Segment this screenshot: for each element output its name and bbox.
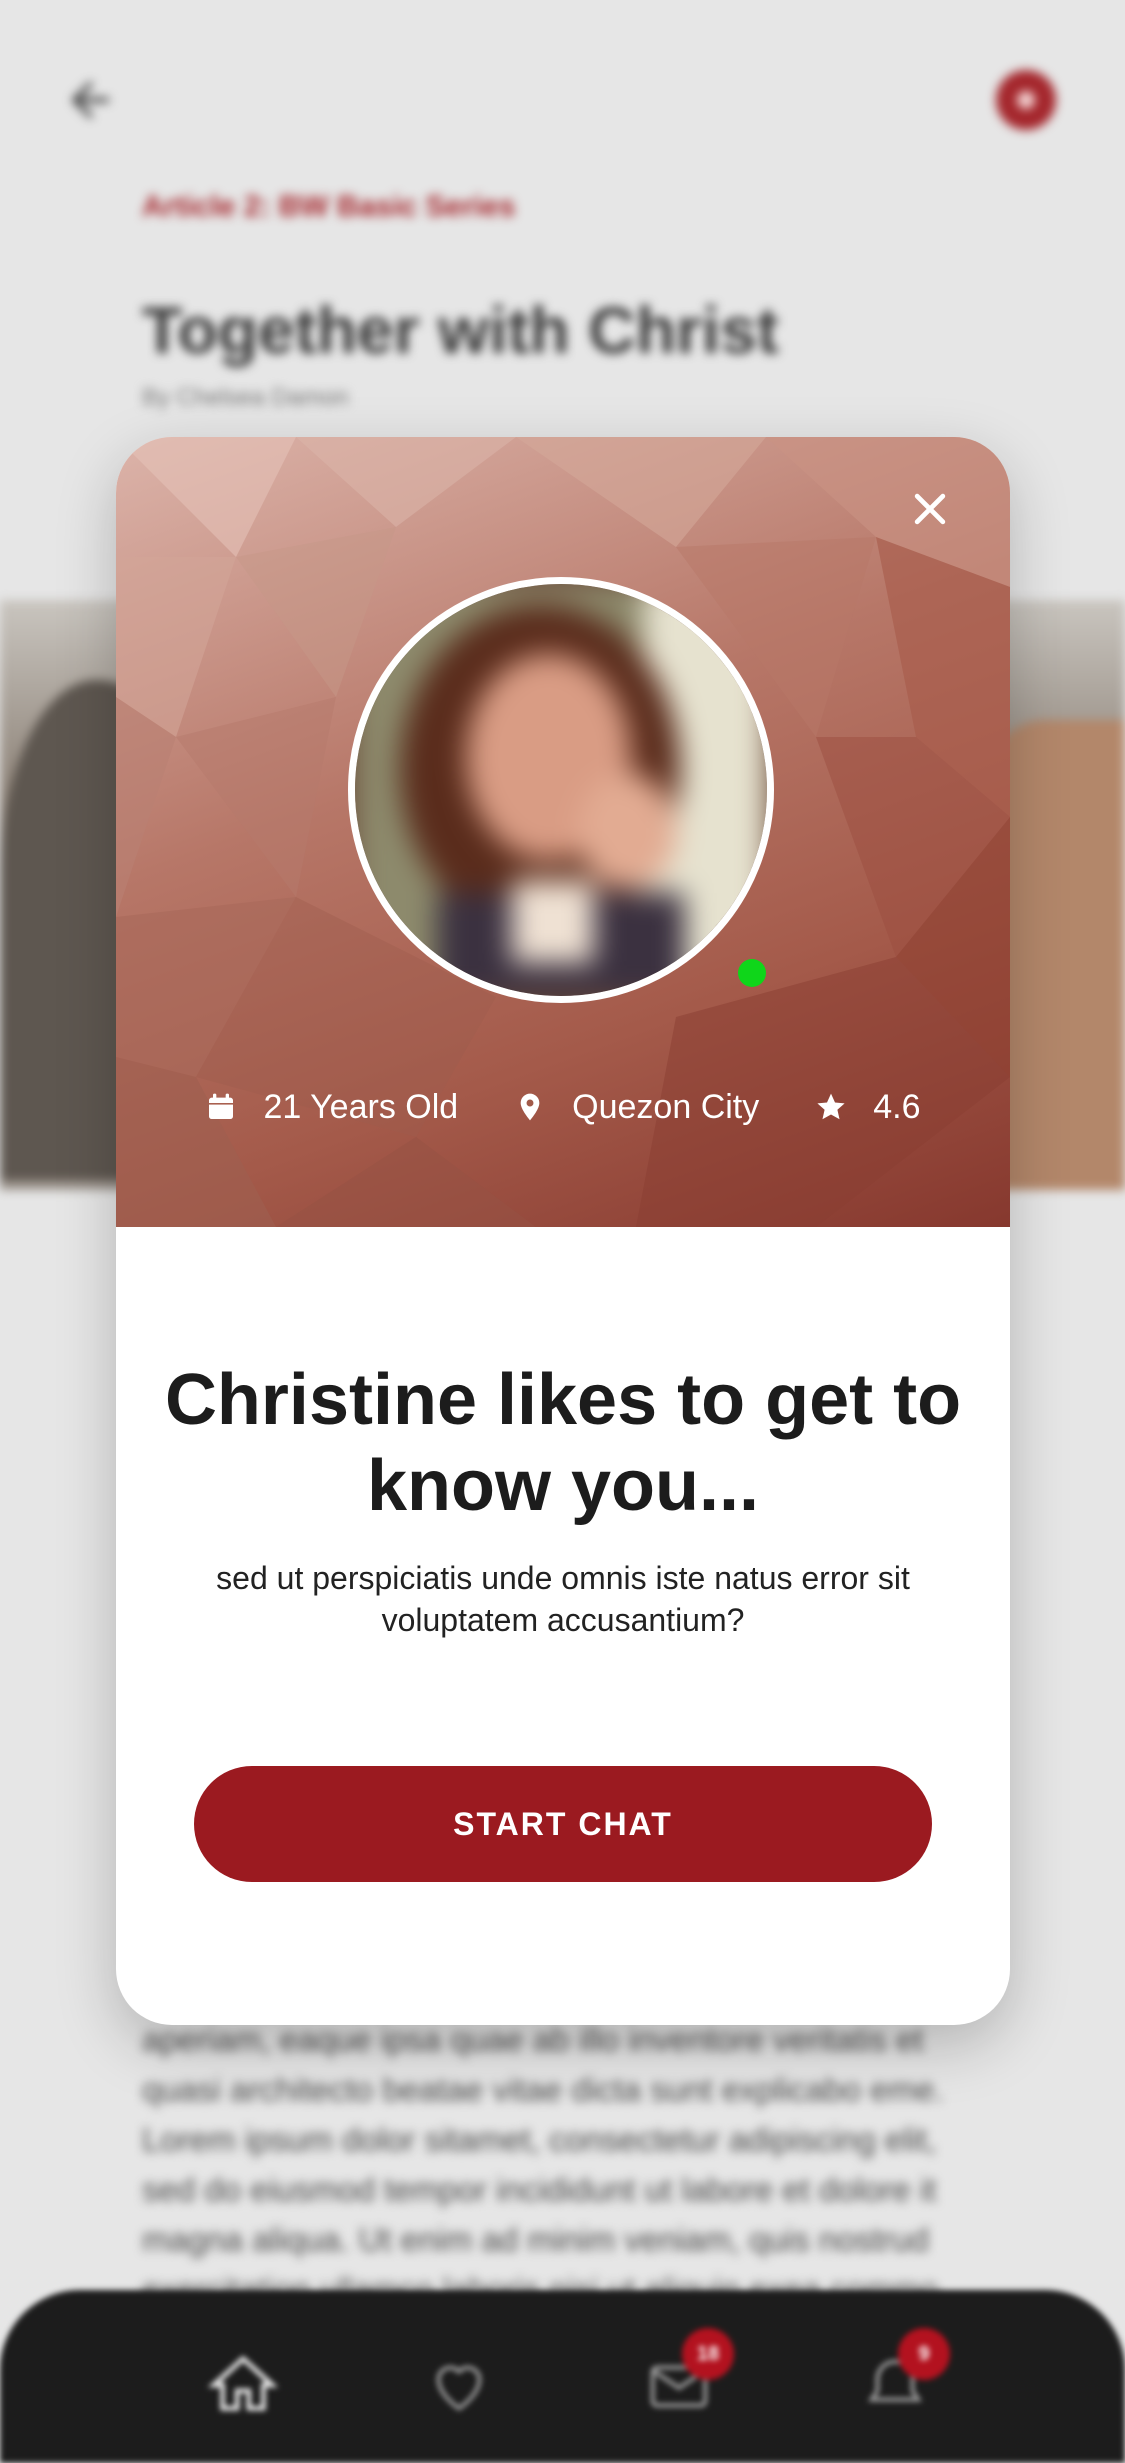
article-byline: By Chelsea Damon: [142, 384, 349, 411]
location-info: Quezon City: [514, 1088, 759, 1127]
avatar: [348, 577, 774, 1003]
calendar-icon: [205, 1090, 237, 1124]
bottom-tab-bar: 18 9: [0, 2290, 1125, 2463]
close-icon: [914, 493, 946, 525]
modal-headline: Christine likes to get to know you...: [164, 1360, 962, 1526]
back-arrow-icon[interactable]: [62, 72, 118, 128]
location-pin-icon: [514, 1090, 546, 1124]
article-paragraph: aperiam, eaque ipsa quae ab illo invento…: [142, 2021, 944, 2308]
rating-text: 4.6: [873, 1087, 921, 1126]
rating-info: 4.6: [815, 1087, 921, 1127]
profile-meta-row: 21 Years Old Quezon City 4.6: [116, 1077, 1010, 1137]
article-kicker: Article 2: BW Basic Series: [142, 190, 516, 223]
close-button[interactable]: [902, 481, 958, 537]
article-title: Together with Christ: [142, 293, 779, 367]
star-icon: [815, 1090, 847, 1124]
profile-match-modal: 21 Years Old Quezon City 4.6 Christine l…: [116, 437, 1010, 2025]
modal-header: 21 Years Old Quezon City 4.6: [116, 437, 1010, 1227]
heart-icon[interactable]: [424, 2350, 494, 2420]
age-text: 21 Years Old: [263, 1087, 459, 1126]
bell-icon[interactable]: 9: [860, 2328, 950, 2420]
home-icon[interactable]: [207, 2350, 279, 2420]
online-status-indicator: [738, 959, 766, 987]
modal-subtext: sed ut perspiciatis unde omnis iste natu…: [216, 1560, 910, 1638]
article-action-button[interactable]: [996, 70, 1056, 130]
notifications-badge: 9: [898, 2328, 950, 2380]
start-chat-button[interactable]: START CHAT: [194, 1766, 932, 1882]
messages-badge: 18: [682, 2328, 734, 2380]
mail-icon[interactable]: 18: [644, 2328, 734, 2420]
age-info: 21 Years Old: [205, 1088, 458, 1127]
city-text: Quezon City: [572, 1087, 760, 1126]
